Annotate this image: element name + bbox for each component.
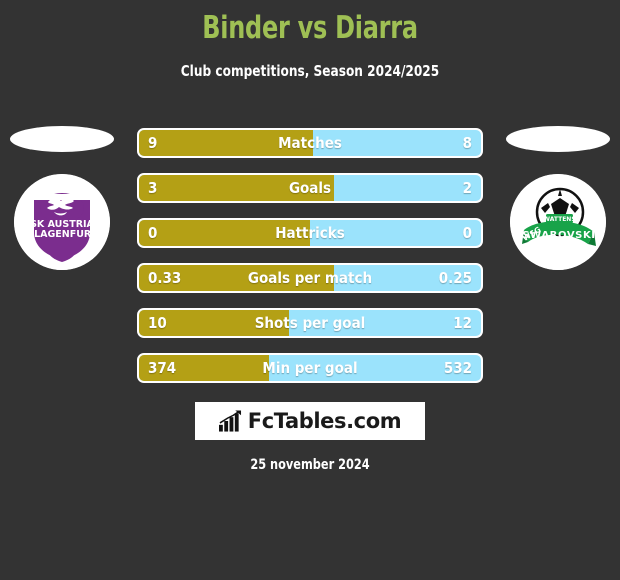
stat-label: Goals per match: [247, 269, 373, 287]
stat-comparison-bars: 9 Matches 8 3 Goals 2 0 Hattricks 0 0.33…: [137, 128, 483, 398]
page-subtitle: Club competitions, Season 2024/2025: [180, 62, 440, 80]
home-club-name-line2: KLAGENFURT: [27, 229, 98, 240]
infographic-canvas: Binder vs Diarra Club competitions, Seas…: [0, 0, 620, 580]
stat-label: Shots per goal: [254, 314, 366, 332]
away-club-badge: WATTENS SWAROVSKI WSG: [510, 174, 606, 270]
away-value: 0: [462, 224, 472, 242]
bar-chart-icon: [218, 410, 241, 432]
decorative-ellipse-left: [10, 126, 114, 152]
stat-label: Matches: [278, 134, 342, 152]
away-value: 2: [462, 179, 472, 197]
fctables-logo-text: FcTables.com: [247, 409, 402, 433]
home-value: 0: [148, 224, 158, 242]
home-value: 10: [148, 314, 167, 332]
fctables-logo[interactable]: FcTables.com: [195, 402, 425, 440]
page-title: Binder vs Diarra: [202, 10, 418, 46]
club-crest-icon: SK AUSTRIA KLAGENFURT: [14, 174, 110, 270]
club-crest-icon: WATTENS SWAROVSKI WSG: [510, 174, 606, 270]
stat-label: Min per goal: [262, 359, 358, 377]
chart-date: 25 november 2024: [250, 457, 370, 473]
stat-label: Hattricks: [275, 224, 345, 242]
home-value: 0.33: [148, 269, 182, 287]
stat-row-hattricks: 0 Hattricks 0: [137, 218, 483, 248]
home-value: 3: [148, 179, 158, 197]
away-club-name-inner: WATTENS: [543, 216, 575, 223]
stat-row-goals: 3 Goals 2: [137, 173, 483, 203]
stat-label: Goals: [288, 179, 332, 197]
stat-row-shots-per-goal: 10 Shots per goal 12: [137, 308, 483, 338]
away-value: 532: [443, 359, 472, 377]
stat-row-matches: 9 Matches 8: [137, 128, 483, 158]
decorative-ellipse-right: [506, 126, 610, 152]
home-value: 374: [148, 359, 177, 377]
home-club-badge: SK AUSTRIA KLAGENFURT: [14, 174, 110, 270]
stat-row-min-per-goal: 374 Min per goal 532: [137, 353, 483, 383]
away-value: 8: [462, 134, 472, 152]
away-value: 0.25: [438, 269, 472, 287]
home-value: 9: [148, 134, 158, 152]
away-value: 12: [453, 314, 472, 332]
stat-row-goals-per-match: 0.33 Goals per match 0.25: [137, 263, 483, 293]
